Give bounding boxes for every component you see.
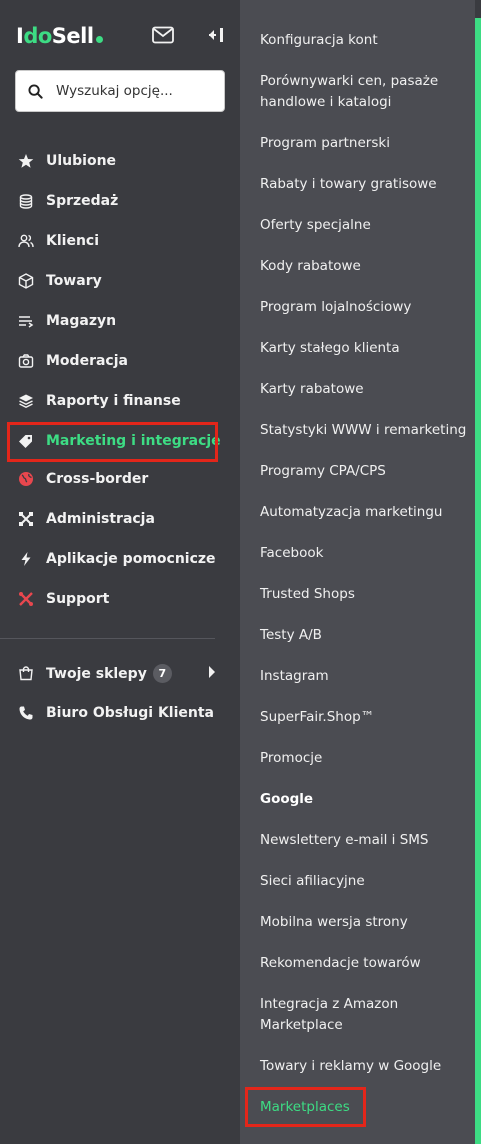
nav-item-label: Ulubione [46,153,117,169]
submenu-item[interactable]: Statystyki WWW i remarketing [260,420,470,441]
submenu-item[interactable]: Rabaty i towary gratisowe [260,174,470,195]
submenu-item[interactable]: Newslettery e-mail i SMS [260,830,470,851]
submenu-item[interactable]: Karty stałego klienta [260,338,470,359]
shops-label: Twoje sklepy [46,666,147,682]
search-icon [28,84,43,99]
tools-icon [19,512,33,526]
submenu-item[interactable]: Programy CPA/CPS [260,461,470,482]
globe-icon [19,472,33,486]
nav-item-label: Biuro Obsługi Klienta [46,705,214,721]
nav-item-label: Administracja [46,511,155,527]
search-input[interactable] [56,71,221,111]
search-box[interactable] [15,70,225,112]
submenu-item-google[interactable]: Google [260,789,470,810]
brand-row: IdoSell [0,0,240,70]
users-icon [18,234,34,248]
submenu-scrollbar[interactable] [475,18,481,1144]
submenu-item[interactable]: Towary i reklamy w Google [260,1056,470,1077]
nav-item-marketing[interactable]: Marketing i integracje [0,423,240,459]
nav-item-cross-border[interactable]: Cross-border [0,461,240,497]
chevron-right-icon[interactable] [208,666,216,678]
layers-icon [19,394,33,408]
logo-do: do [23,24,52,48]
submenu-panel: Konfiguracja kont Porównywarki cen, pasa… [240,0,475,1144]
shop-icon [19,666,33,681]
warehouse-icon [19,316,34,328]
sidebar: IdoSell Ulubione Sprzedaż Klienci Towary [0,0,240,1144]
star-icon [18,154,34,168]
logo-suffix: Sell [51,24,94,48]
submenu-item[interactable]: Promocje [260,748,470,769]
mail-icon[interactable] [152,26,174,44]
submenu-item[interactable]: Oferty specjalne [260,215,470,236]
nav-item-label: Magazyn [46,313,117,329]
box-icon [18,273,34,289]
nav-item-twoje-sklepy[interactable]: Twoje sklepy 7 [0,655,240,691]
submenu-item[interactable]: Testy A/B [260,625,470,646]
nav-item-towary[interactable]: Towary [0,263,240,299]
submenu-item[interactable]: Facebook [260,543,470,564]
nav-item-moderacja[interactable]: Moderacja [0,343,240,379]
submenu-item[interactable]: Rekomendacje towarów [260,953,470,974]
nav-item-label: Marketing i integracje [46,433,221,449]
submenu-item[interactable]: SuperFair.Shop™ [260,707,470,728]
shops-count-badge: 7 [152,664,172,683]
nav-item-aplikacje[interactable]: Aplikacje pomocnicze [0,541,240,577]
submenu-item[interactable]: Instagram [260,666,470,687]
submenu-item[interactable]: Program lojalnościowy [260,297,470,318]
submenu-item[interactable]: Mobilna wersja strony [260,912,470,933]
sidebar-divider [0,638,215,639]
nav-item-ulubione[interactable]: Ulubione [0,143,240,179]
nav-item-administracja[interactable]: Administracja [0,501,240,537]
nav-item-label: Moderacja [46,353,128,369]
nav-item-magazyn[interactable]: Magazyn [0,303,240,339]
submenu-item[interactable]: Karty rabatowe [260,379,470,400]
phone-icon [19,706,33,720]
nav-item-klienci[interactable]: Klienci [0,223,240,259]
submenu-item[interactable]: Porównywarki cen, pasaże handlowe i kata… [260,71,470,113]
submenu-item[interactable]: Integracja z Amazon Marketplace [260,994,470,1036]
lightning-icon [21,552,31,566]
submenu-item[interactable]: Program partnerski [260,133,470,154]
nav-item-biuro-obslugi[interactable]: Biuro Obsługi Klienta [0,695,240,731]
nav-item-label: Aplikacje pomocnicze [46,551,216,567]
collapse-sidebar-icon[interactable] [207,27,225,43]
nav-item-label: Raporty i finanse [46,393,181,409]
camera-icon [18,354,34,368]
nav-item-label: Cross-border [46,471,149,487]
tag-icon [19,435,32,448]
nav-item-label: Sprzedaż [46,193,119,209]
nav-item-raporty[interactable]: Raporty i finanse [0,383,240,419]
nav-item-label: Twoje sklepy 7 [46,664,172,683]
submenu-item[interactable]: Sieci afiliacyjne [260,871,470,892]
nav-item-sprzedaz[interactable]: Sprzedaż [0,183,240,219]
submenu-item[interactable]: Trusted Shops [260,584,470,605]
logo[interactable]: IdoSell [16,24,103,48]
logo-dot [95,36,103,43]
submenu-item[interactable]: Automatyzacja marketingu [260,502,470,523]
nav-item-label: Towary [46,273,102,289]
submenu-item[interactable]: Kody rabatowe [260,256,470,277]
nav-item-support[interactable]: Support [0,581,240,617]
coins-icon [19,194,33,209]
nav-item-label: Klienci [46,233,100,249]
submenu-item-marketplaces[interactable]: Marketplaces [260,1097,470,1118]
nav-item-label: Support [46,591,110,607]
support-icon [19,592,33,606]
submenu-item[interactable]: Konfiguracja kont [260,30,470,51]
